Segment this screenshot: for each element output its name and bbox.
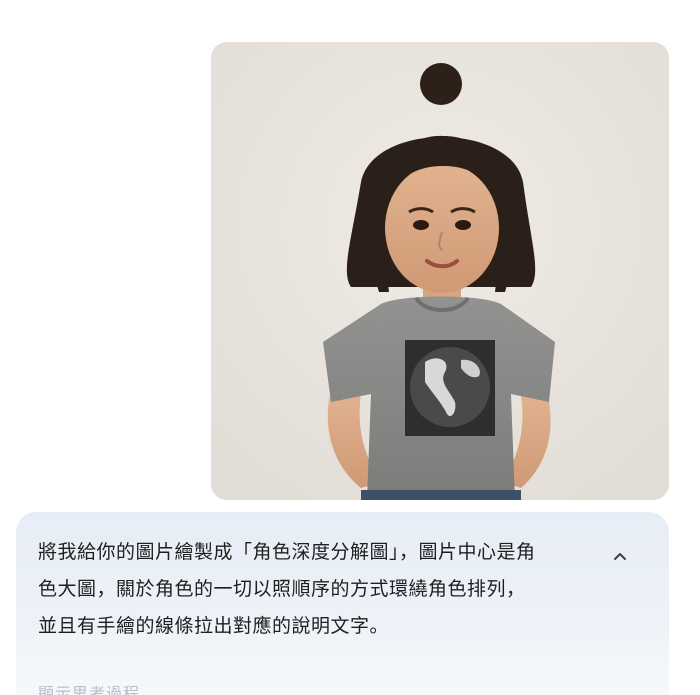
next-message-partial: 顯示思考過程 (38, 684, 141, 695)
chat-page: 將我給你的圖片繪製成「角色深度分解圖」，圖片中心是角 色大圖，關於角色的一切以照… (0, 0, 700, 695)
chevron-up-icon (614, 553, 626, 560)
collapse-prompt-button[interactable] (606, 542, 634, 570)
uploaded-photo (211, 42, 669, 500)
user-prompt-text: 將我給你的圖片繪製成「角色深度分解圖」，圖片中心是角 色大圖，關於角色的一切以照… (38, 541, 536, 637)
user-prompt-bubble: 將我給你的圖片繪製成「角色深度分解圖」，圖片中心是角 色大圖，關於角色的一切以照… (16, 512, 669, 695)
uploaded-image[interactable] (211, 42, 669, 500)
